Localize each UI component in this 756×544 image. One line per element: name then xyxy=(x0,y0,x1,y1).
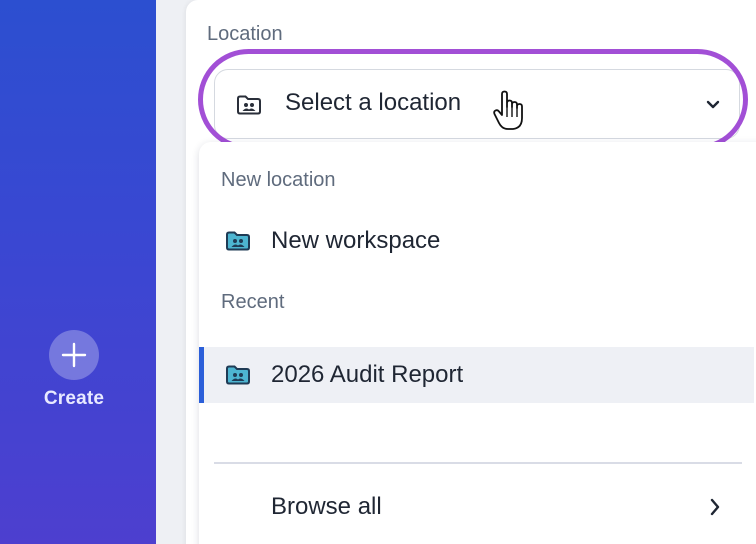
app-root: Create Location Select a location New lo… xyxy=(0,0,756,544)
chevron-down-icon[interactable] xyxy=(704,98,722,112)
location-select-placeholder: Select a location xyxy=(285,89,462,116)
shared-folder-icon xyxy=(226,365,250,385)
menu-item-label: New workspace xyxy=(271,227,441,254)
menu-item-label: 2026 Audit Report xyxy=(271,361,464,388)
location-label: Location xyxy=(207,23,283,45)
recent-heading: Recent xyxy=(221,291,285,313)
plus-icon xyxy=(61,342,87,368)
shared-folder-icon xyxy=(226,231,250,251)
hand-cursor-icon xyxy=(493,90,523,130)
sidebar: Create xyxy=(0,0,156,544)
chevron-right-icon xyxy=(710,498,720,516)
create-button[interactable] xyxy=(49,330,99,380)
new-location-heading: New location xyxy=(221,169,336,191)
shared-folder-icon xyxy=(237,95,261,115)
browse-all-label: Browse all xyxy=(271,493,382,520)
menu-divider xyxy=(214,462,742,464)
browse-all-button[interactable]: Browse all xyxy=(214,480,742,536)
create-label: Create xyxy=(43,388,105,409)
menu-item-2026-audit-report[interactable]: 2026 Audit Report xyxy=(199,347,754,403)
menu-item-new-workspace[interactable]: New workspace xyxy=(199,213,754,269)
